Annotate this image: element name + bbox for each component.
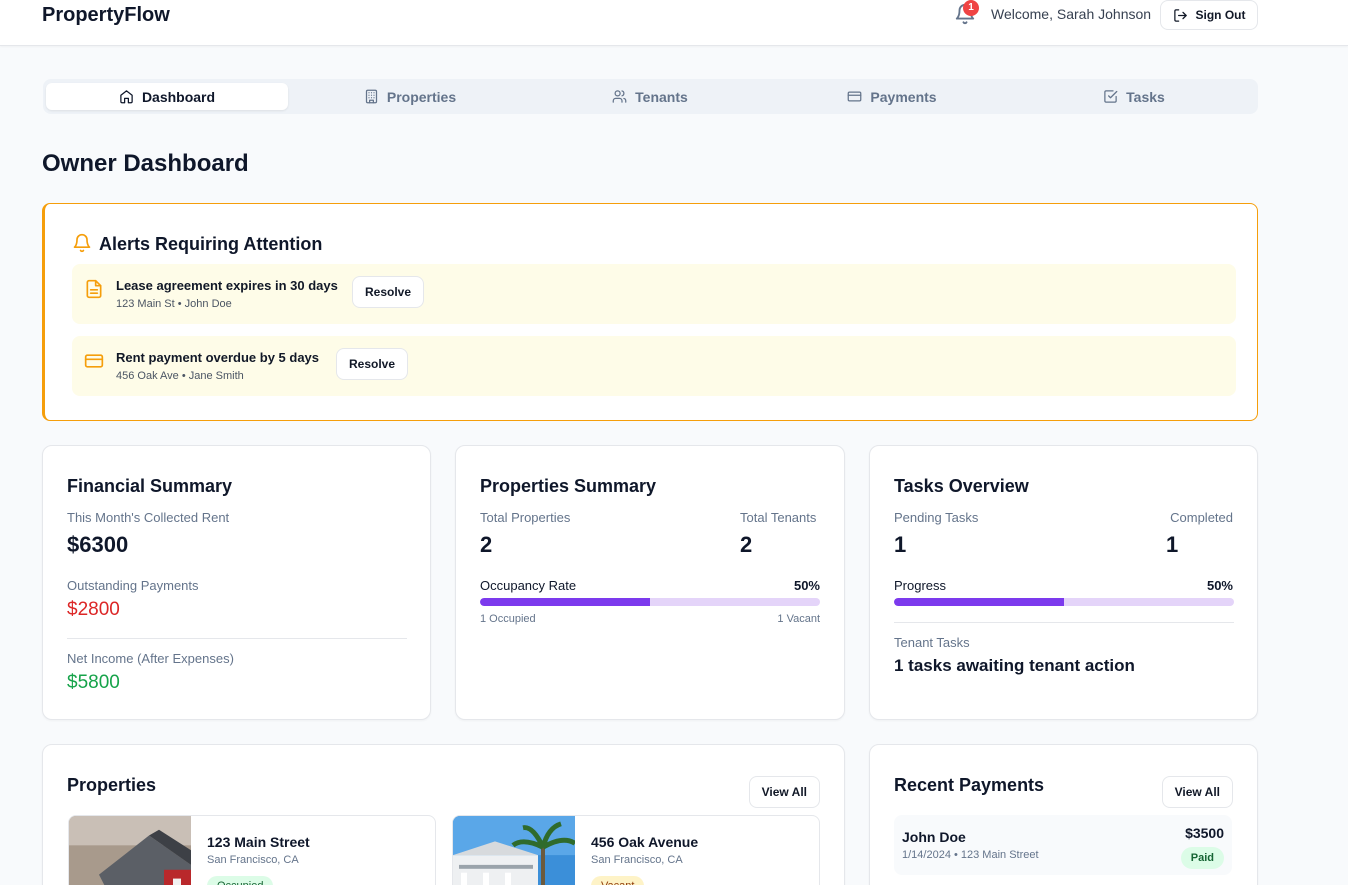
progress-value: 50% [1206,578,1233,593]
occupancy-bar-fill [480,598,650,606]
tab-properties[interactable]: Properties [289,83,531,110]
tenant-tasks-value: 1 tasks awaiting tenant action [894,656,1135,675]
vacant-label: 1 Vacant [777,613,820,625]
occupancy-value: 50% [793,578,820,593]
collected-rent-label: This Month's Collected Rent [67,510,230,525]
alert-subtitle: 123 Main St • John Doe [116,298,232,310]
alert-item: Lease agreement expires in 30 days 123 M… [72,264,1236,324]
tasks-overview-card: Tasks Overview Pending Tasks 1 Completed… [869,445,1258,720]
payment-meta: 1/14/2024 • 123 Main Street [902,849,1039,861]
alert-subtitle: 456 Oak Ave • Jane Smith [116,370,244,382]
welcome-text: Welcome, Sarah Johnson [991,6,1152,22]
bell-icon [73,233,91,253]
payment-row[interactable]: John Doe 1/14/2024 • 123 Main Street $35… [894,815,1232,875]
credit-card-icon [848,91,862,102]
top-header: PropertyFlow 1 Welcome, Sarah Johnson Si… [0,0,1348,46]
sign-out-label: Sign Out [1195,8,1246,22]
tab-payments[interactable]: Payments [771,83,1013,110]
total-properties-value: 2 [480,532,493,557]
notification-count-badge: 1 [963,0,979,16]
property-name: 123 Main Street [207,834,310,850]
resolve-button[interactable]: Resolve [352,276,425,308]
tab-label: Properties [386,88,457,105]
resolve-button[interactable]: Resolve [336,348,409,380]
card-title: Financial Summary [67,476,233,496]
alerts-title: Alerts Requiring Attention [99,234,323,254]
card-title: Tasks Overview [894,476,1029,496]
financial-summary-card: Financial Summary This Month's Collected… [42,445,431,720]
users-icon [612,90,627,103]
main-tabs: Dashboard Properties Tenants Payments Ta… [43,79,1258,114]
occupancy-bar [480,598,820,606]
view-all-properties-button[interactable]: View All [748,776,820,808]
property-name: 456 Oak Avenue [591,834,699,850]
property-card[interactable]: 456 Oak Avenue San Francisco, CA Vacant [452,815,820,885]
check-square-icon [1104,90,1118,103]
payment-amount: $3500 [1185,825,1224,841]
tab-tasks[interactable]: Tasks [1013,83,1255,110]
progress-bar [894,598,1234,606]
tab-label: Tasks [1126,88,1165,105]
card-title: Properties Summary [480,476,657,496]
pending-tasks-value: 1 [894,532,907,557]
progress-label: Progress [894,578,947,593]
pending-tasks-label: Pending Tasks [894,510,979,525]
progress-bar-fill [894,598,1064,606]
properties-card: Properties View All 123 Main Street San … [42,744,845,885]
status-badge: Vacant [591,876,645,885]
card-title: Recent Payments [894,775,1045,795]
alerts-panel: Alerts Requiring Attention Lease agreeme… [42,203,1258,421]
alert-title: Lease agreement expires in 30 days [116,278,338,293]
building-icon [365,89,377,104]
net-income-label: Net Income (After Expenses) [67,651,234,666]
tab-label: Dashboard [141,88,216,105]
property-photo [453,816,575,885]
property-card[interactable]: 123 Main Street San Francisco, CA Occupi… [68,815,436,885]
collected-rent-value: $6300 [67,532,129,557]
property-photo [69,816,191,885]
home-icon [120,90,133,104]
credit-card-icon [84,354,104,368]
total-tenants-label: Total Tenants [740,510,817,525]
alert-title: Rent payment overdue by 5 days [116,350,320,365]
tenant-tasks-label: Tenant Tasks [894,635,970,650]
divider [67,638,407,639]
payer-name: John Doe [902,829,966,845]
card-title: Properties [67,775,157,795]
completed-label: Completed [1170,510,1233,525]
recent-payments-card: Recent Payments View All John Doe 1/14/2… [869,744,1258,885]
status-badge: Occupied [207,876,274,885]
page-title: Owner Dashboard [42,150,249,177]
brand-logo[interactable]: PropertyFlow [42,4,170,27]
occupancy-label: Occupancy Rate [480,578,577,593]
tab-label: Tenants [635,88,688,105]
total-properties-label: Total Properties [480,510,571,525]
occupied-label: 1 Occupied [480,613,536,625]
tab-dashboard[interactable]: Dashboard [46,83,288,110]
log-out-icon [1173,8,1187,22]
divider [894,622,1234,623]
alert-item: Rent payment overdue by 5 days 456 Oak A… [72,336,1236,396]
property-location: San Francisco, CA [591,854,683,866]
net-income-value: $5800 [67,672,120,693]
property-location: San Francisco, CA [207,854,299,866]
view-all-payments-button[interactable]: View All [1161,776,1233,808]
outstanding-value: $2800 [67,599,120,620]
outstanding-label: Outstanding Payments [67,578,199,593]
tab-label: Payments [870,88,937,105]
tab-tenants[interactable]: Tenants [529,83,771,110]
status-badge: Paid [1180,847,1224,869]
file-icon [86,279,102,299]
sign-out-button[interactable]: Sign Out [1160,0,1258,30]
properties-summary-card: Properties Summary Total Properties 2 To… [455,445,845,720]
total-tenants-value: 2 [740,532,753,557]
completed-value: 1 [1166,532,1179,557]
